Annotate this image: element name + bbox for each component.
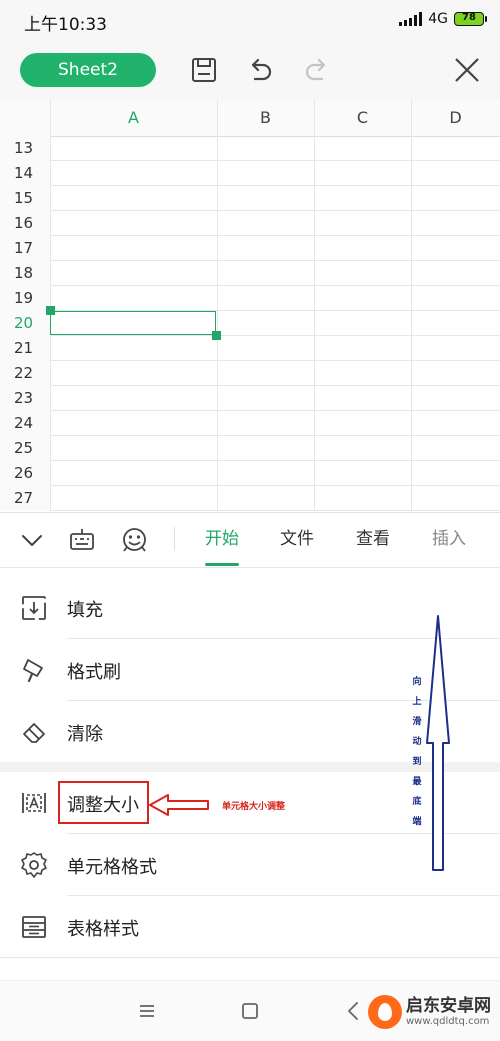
undo-icon[interactable] <box>245 55 275 85</box>
row-number[interactable]: 19 <box>0 286 50 311</box>
row-number[interactable]: 25 <box>0 436 50 461</box>
grid-line <box>411 100 412 511</box>
row-number[interactable]: 15 <box>0 186 50 211</box>
grid-line <box>314 100 315 511</box>
divider <box>0 957 500 958</box>
table-row[interactable]: 13 <box>0 136 500 161</box>
column-header-c[interactable]: C <box>314 100 411 136</box>
menu-label-cell-format: 单元格格式 <box>67 857 157 878</box>
table-row[interactable]: 21 <box>0 336 500 361</box>
battery-icon: 78 <box>454 12 487 26</box>
row-number[interactable]: 21 <box>0 336 50 361</box>
scroll-note-char: 到 <box>412 757 422 767</box>
blue-arrow-up-icon <box>426 615 450 871</box>
table-row[interactable]: 16 <box>0 211 500 236</box>
scroll-annotation-text: 向 上 滑 动 到 最 底 端 <box>410 672 424 832</box>
row-number[interactable]: 14 <box>0 161 50 186</box>
grid-line <box>217 100 218 511</box>
row-number[interactable]: 24 <box>0 411 50 436</box>
row-number[interactable]: 18 <box>0 261 50 286</box>
column-header-b[interactable]: B <box>217 100 314 136</box>
tab-view[interactable]: 查看 <box>356 513 390 565</box>
emoji-icon[interactable] <box>121 526 148 553</box>
gear-icon <box>21 852 47 878</box>
scroll-note-char: 端 <box>412 817 422 827</box>
sheet-tab-button[interactable]: Sheet2 <box>20 53 156 87</box>
watermark: 启东安卓网 www.qdldtq.com <box>368 995 491 1029</box>
keyboard-icon[interactable] <box>69 527 95 553</box>
scroll-note-char: 滑 <box>412 717 422 727</box>
row-number[interactable]: 16 <box>0 211 50 236</box>
row-number[interactable]: 17 <box>0 236 50 261</box>
toolbar: Sheet2 <box>0 42 500 100</box>
status-indicators: 4G 78 <box>399 11 487 27</box>
scroll-note-char: 动 <box>412 737 422 747</box>
table-row[interactable]: 18 <box>0 261 500 286</box>
column-header-a[interactable]: A <box>50 100 217 136</box>
table-row[interactable]: 15 <box>0 186 500 211</box>
network-type: 4G <box>428 11 448 27</box>
menu-label-format-painter: 格式刷 <box>67 662 121 683</box>
save-icon[interactable] <box>189 55 219 85</box>
row-number-active[interactable]: 20 <box>0 311 50 336</box>
resize-annotation-text: 单元格大小调整 <box>222 802 286 812</box>
table-row[interactable]: 25 <box>0 436 500 461</box>
tab-insert[interactable]: 插入 <box>432 513 466 565</box>
column-header-row: A B C D <box>0 100 500 137</box>
row-number[interactable]: 23 <box>0 386 50 411</box>
scroll-note-char: 上 <box>412 697 422 707</box>
red-arrow-icon <box>149 794 209 816</box>
status-time: 上午10:33 <box>24 15 107 35</box>
tab-file[interactable]: 文件 <box>280 513 314 565</box>
selection-handle-end[interactable] <box>212 331 221 340</box>
cell-selection[interactable] <box>50 311 216 335</box>
watermark-logo-icon <box>368 995 402 1029</box>
menu-label-fill: 填充 <box>67 600 103 621</box>
chevron-down-icon[interactable] <box>20 528 44 552</box>
eraser-icon <box>23 723 45 743</box>
scroll-note-char: 底 <box>412 797 422 807</box>
watermark-url: www.qdldtq.com <box>406 1016 490 1027</box>
watermark-name: 启东安卓网 <box>406 996 491 1016</box>
menu-icon[interactable] <box>138 1003 156 1019</box>
table-row[interactable]: 19 <box>0 286 500 311</box>
tab-start[interactable]: 开始 <box>205 513 239 565</box>
active-tab-indicator <box>205 563 239 566</box>
selection-handle-start[interactable] <box>46 306 55 315</box>
menu-label-clear: 清除 <box>67 724 103 745</box>
row-number[interactable]: 22 <box>0 361 50 386</box>
table-row[interactable]: 22 <box>0 361 500 386</box>
signal-icon <box>399 12 423 26</box>
table-style-icon <box>22 916 46 938</box>
resize-icon <box>22 793 46 813</box>
table-row[interactable]: 26 <box>0 461 500 486</box>
fill-icon <box>22 596 46 620</box>
battery-level: 78 <box>462 12 476 23</box>
resize-highlight-box <box>58 781 149 824</box>
format-painter-icon <box>23 659 43 683</box>
column-header-d[interactable]: D <box>411 100 500 136</box>
back-icon[interactable] <box>346 1001 360 1021</box>
close-icon[interactable] <box>452 55 482 85</box>
scroll-note-char: 向 <box>412 677 422 687</box>
table-row[interactable]: 23 <box>0 386 500 411</box>
scroll-note-char: 最 <box>412 777 422 787</box>
table-row[interactable]: 14 <box>0 161 500 186</box>
row-number[interactable]: 13 <box>0 136 50 161</box>
menu-label-table-style: 表格样式 <box>67 919 139 940</box>
bottom-panel-tabs: 开始 文件 查看 插入 <box>0 512 500 568</box>
tab-divider <box>174 527 175 551</box>
redo-icon[interactable] <box>302 55 332 85</box>
row-number[interactable]: 27 <box>0 486 50 511</box>
table-row[interactable]: 24 <box>0 411 500 436</box>
table-row[interactable]: 17 <box>0 236 500 261</box>
row-number[interactable]: 26 <box>0 461 50 486</box>
table-row[interactable]: 27 <box>0 486 500 511</box>
menu-item-table-style[interactable]: 表格样式 <box>0 896 500 958</box>
home-icon[interactable] <box>241 1002 259 1020</box>
